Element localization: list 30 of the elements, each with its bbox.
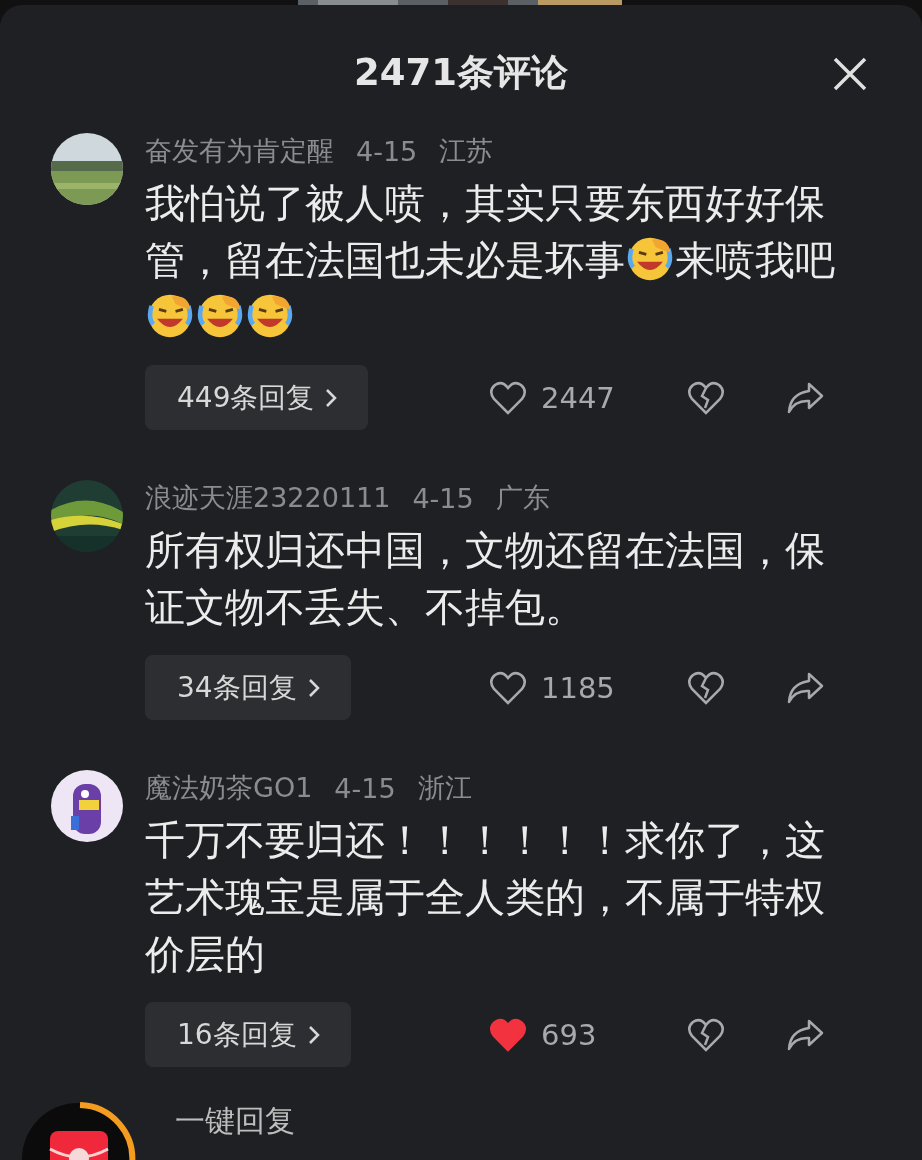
comment-region: 广东 (495, 481, 550, 515)
author-name[interactable]: 魔法奶茶GO1 (145, 770, 313, 806)
like-count: 1185 (541, 670, 615, 705)
comment-text: 我怕说了被人喷，其实只要东西好好保管，留在法国也未必是坏事 来喷我吧 (145, 175, 857, 346)
chevron-icon (324, 386, 339, 409)
comment-text: 千万不要归还！！！！！！求你了，这艺术瑰宝是属于全人类的，不属于特权价层的 (145, 816, 826, 979)
comment-date: 4-15 (356, 135, 418, 167)
replies-button[interactable]: 449条回复 (145, 365, 369, 430)
comment-text: 所有权归还中国，文物还留在法国，保证文物不丢失、不掉包。 (145, 526, 826, 632)
comment-date: 4-15 (334, 772, 396, 804)
broken-heart-icon[interactable] (687, 669, 725, 706)
broken-heart-icon[interactable] (687, 379, 725, 416)
replies-button[interactable]: 34条回复 (145, 655, 351, 720)
comment-date: 4-15 (412, 482, 474, 514)
like-count: 693 (541, 1017, 597, 1052)
chevron-icon (306, 1023, 321, 1046)
quick-reply-label[interactable]: 一键回复 (175, 1100, 295, 1142)
chevron-icon (306, 676, 321, 699)
heart-icon[interactable] (489, 379, 527, 416)
heart-icon[interactable] (489, 1016, 527, 1053)
replies-button[interactable]: 16条回复 (145, 1002, 351, 1067)
comment-region: 江苏 (439, 134, 494, 168)
sheet-title: 2471条评论 (354, 50, 568, 96)
author-name[interactable]: 奋发有为肯定醒 (145, 133, 334, 169)
close-icon[interactable] (833, 57, 867, 91)
author-name[interactable]: 浪迹天涯23220111 (145, 480, 391, 516)
comment-region: 浙江 (417, 771, 472, 805)
broken-heart-icon[interactable] (687, 1016, 725, 1053)
heart-icon[interactable] (489, 669, 527, 706)
like-count: 2447 (541, 380, 615, 415)
